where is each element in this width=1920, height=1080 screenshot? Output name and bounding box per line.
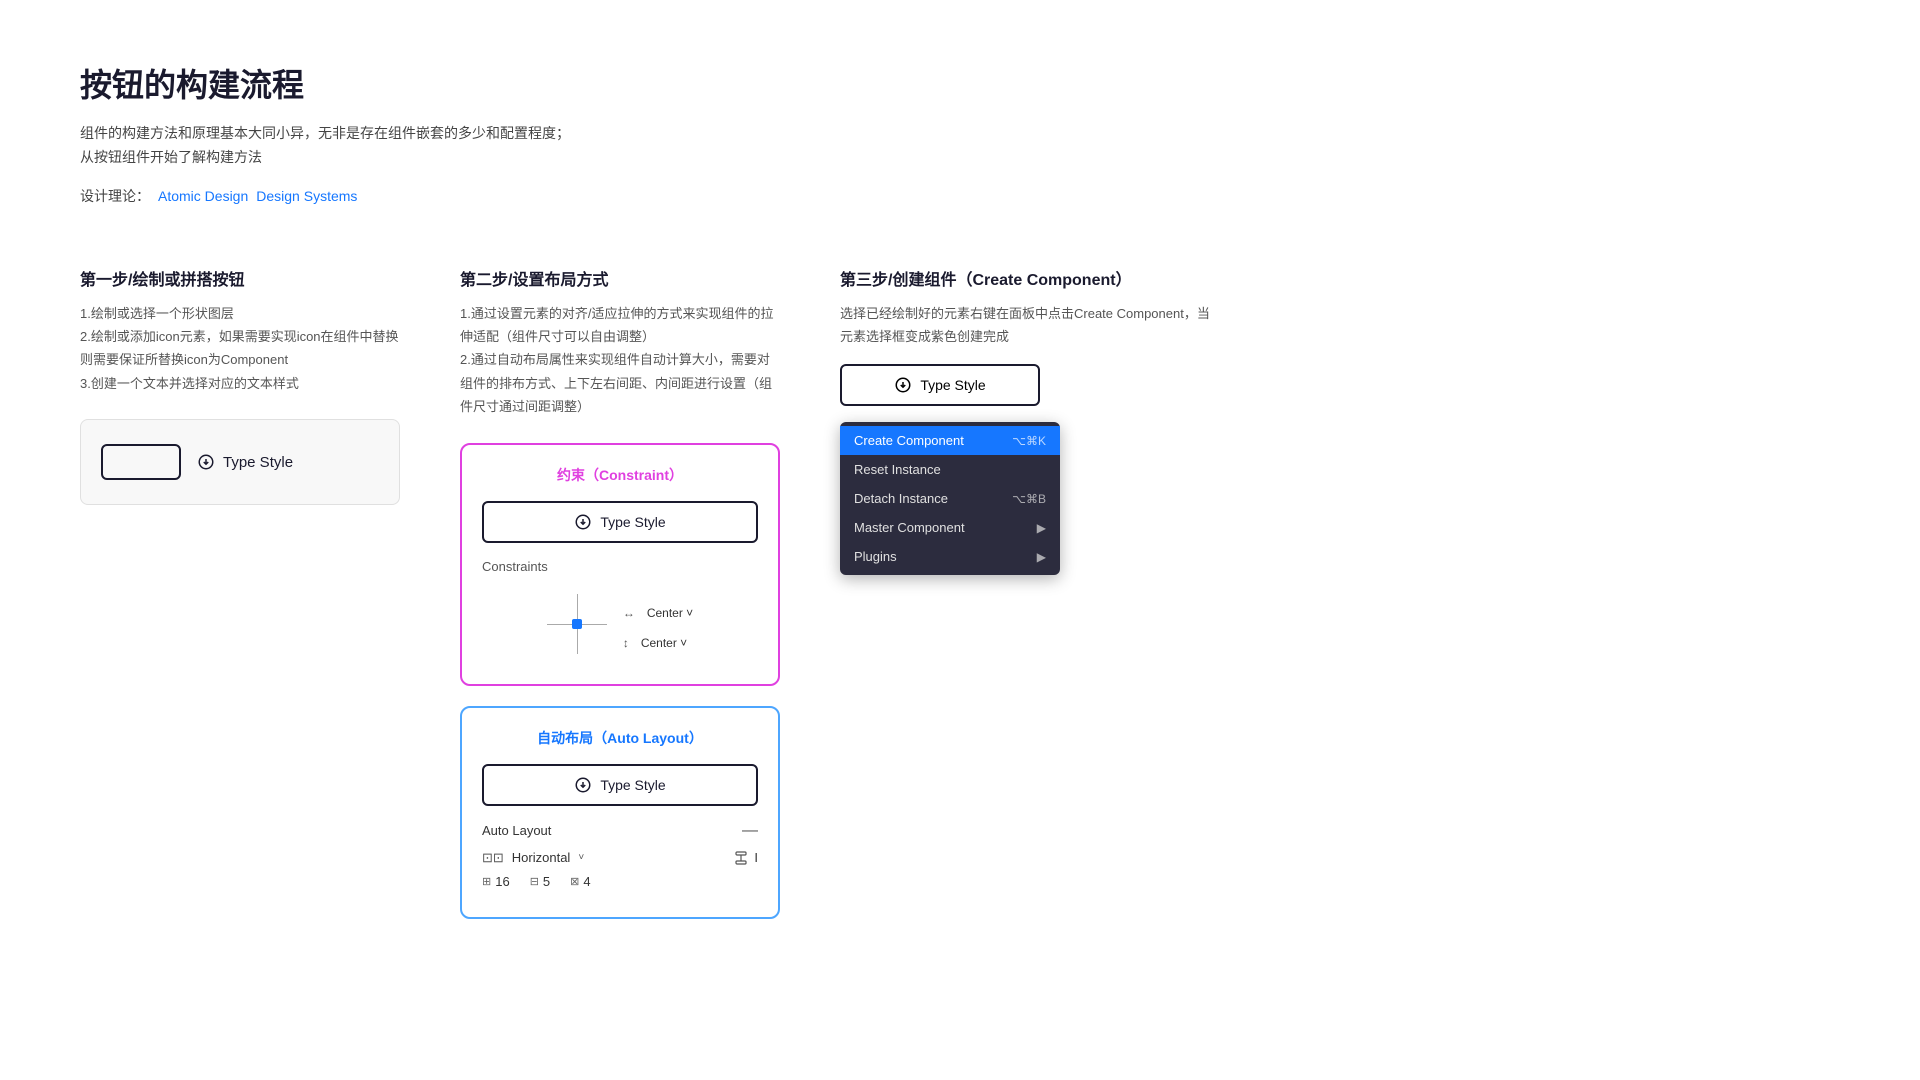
step1-column: 第一步/绘制或拼搭按钮 1.绘制或选择一个形状图层 2.绘制或添加icon元素，… — [80, 266, 400, 506]
plugins-label: Plugins — [854, 549, 897, 564]
al-icon-1: ⊞ — [482, 875, 491, 888]
step2-column: 第二步/设置布局方式 1.通过设置元素的对齐/适应拉伸的方式来实现组件的拉伸适配… — [460, 266, 780, 919]
autolayout-type-style-button[interactable]: Type Style — [482, 764, 758, 806]
v-constraint-value: Center ˅ — [641, 636, 687, 650]
autolayout-direction-row: ⊡⊡ Horizontal ˅ I — [482, 850, 758, 866]
step3-desc: 选择已经绘制好的元素右键在面板中点击Create Component，当元素选择… — [840, 302, 1220, 349]
step3-button-label: Type Style — [920, 377, 985, 393]
atomic-design-link[interactable]: Atomic Design — [158, 188, 248, 204]
constraint-card: 约束（Constraint） Type Style Constraints — [460, 443, 780, 686]
theory-label: 设计理论： — [80, 186, 150, 206]
step3-column: 第三步/创建组件（Create Component） 选择已经绘制好的元素右键在… — [840, 266, 1220, 576]
context-menu-item-master[interactable]: Master Component ▶ — [840, 513, 1060, 542]
center-dot — [572, 619, 582, 629]
create-component-label: Create Component — [854, 433, 964, 448]
constraint-cross — [547, 594, 607, 654]
master-component-label: Master Component — [854, 520, 965, 535]
plugins-arrow: ▶ — [1037, 550, 1046, 564]
step3-content: Type Style Create Component ⌥⌘K Reset In… — [840, 364, 1220, 575]
direction-value: Horizontal — [512, 850, 571, 865]
type-style-label: Type Style — [223, 454, 293, 471]
v-spacing-separator: I — [754, 850, 758, 865]
context-menu-item-reset[interactable]: Reset Instance — [840, 455, 1060, 484]
create-component-shortcut: ⌥⌘K — [1012, 434, 1046, 448]
constraint-download-icon — [574, 513, 592, 531]
step1-desc-line3: 3.创建一个文本并选择对应的文本样式 — [80, 372, 400, 395]
step3-title: 第三步/创建组件（Create Component） — [840, 266, 1220, 290]
v-constraint-row: ↕ Center ˅ — [623, 636, 693, 650]
step1-desc: 1.绘制或选择一个形状图层 2.绘制或添加icon元素，如果需要实现icon在组… — [80, 302, 400, 396]
v-spacing-icon — [734, 851, 748, 865]
step3-download-icon — [894, 376, 912, 394]
al-icon-2: ⊟ — [530, 875, 539, 888]
autolayout-header: Auto Layout — — [482, 822, 758, 840]
constraint-type-style-button[interactable]: Type Style — [482, 501, 758, 543]
autolayout-section: Auto Layout — ⊡⊡ Horizontal ˅ I — [482, 822, 758, 889]
al-cell-2: ⊟ 5 — [530, 874, 550, 889]
context-menu-item-plugins[interactable]: Plugins ▶ — [840, 542, 1060, 571]
constraint-button-label: Type Style — [600, 514, 665, 530]
step3-button-preview[interactable]: Type Style — [840, 364, 1040, 406]
direction-icon: ⊡⊡ — [482, 850, 504, 866]
main-columns: 第一步/绘制或拼搭按钮 1.绘制或选择一个形状图层 2.绘制或添加icon元素，… — [80, 266, 1840, 919]
constraint-card-title: 约束（Constraint） — [482, 465, 758, 485]
autolayout-card-title: 自动布局（Auto Layout） — [482, 728, 758, 748]
h-constraint-row: ↔ Center ˅ — [623, 606, 693, 620]
autolayout-card: 自动布局（Auto Layout） Type Style Auto Layout… — [460, 706, 780, 919]
reset-instance-label: Reset Instance — [854, 462, 941, 477]
step1-desc-line2: 2.绘制或添加icon元素，如果需要实现icon在组件中替换则需要保证所替换ic… — [80, 325, 400, 372]
al-val-1: 16 — [495, 874, 509, 889]
constraints-label: Constraints — [482, 559, 758, 574]
al-cell-1: ⊞ 16 — [482, 874, 510, 889]
download-icon — [197, 453, 215, 471]
h-constraint-value: Center ˅ — [647, 606, 693, 620]
type-style-preview: Type Style — [197, 453, 293, 471]
h-arrow-icon: ↔ — [623, 606, 635, 620]
autolayout-button-label: Type Style — [600, 777, 665, 793]
al-icon-3: ⊠ — [570, 875, 579, 888]
context-menu: Create Component ⌥⌘K Reset Instance Deta… — [840, 422, 1060, 575]
master-component-arrow: ▶ — [1037, 521, 1046, 535]
context-menu-item-detach[interactable]: Detach Instance ⌥⌘B — [840, 484, 1060, 513]
autolayout-minus-icon[interactable]: — — [742, 822, 758, 840]
design-theory-row: 设计理论： Atomic Design Design Systems — [80, 186, 1840, 206]
step2-desc-line2: 2.通过自动布局属性来实现组件自动计算大小，需要对组件的排布方式、上下左右间距、… — [460, 348, 780, 418]
al-cell-3: ⊠ 4 — [570, 874, 590, 889]
constraint-visual: ↔ Center ˅ ↕ Center ˅ — [482, 584, 758, 664]
rect-placeholder — [101, 444, 181, 480]
step1-card: Type Style — [80, 419, 400, 505]
step2-desc-line1: 1.通过设置元素的对齐/适应拉伸的方式来实现组件的拉伸适配（组件尺寸可以自由调整… — [460, 302, 780, 349]
constraints-section: Constraints ↔ Center ˅ ↕ — [482, 559, 758, 664]
detach-instance-shortcut: ⌥⌘B — [1012, 492, 1046, 506]
al-val-3: 4 — [583, 874, 590, 889]
step2-title: 第二步/设置布局方式 — [460, 266, 780, 290]
detach-instance-label: Detach Instance — [854, 491, 948, 506]
step1-desc-line1: 1.绘制或选择一个形状图层 — [80, 302, 400, 325]
al-val-2: 5 — [543, 874, 550, 889]
page-title: 按钮的构建流程 — [80, 60, 1840, 106]
design-systems-link[interactable]: Design Systems — [256, 188, 357, 204]
direction-dropdown-arrow[interactable]: ˅ — [578, 852, 584, 863]
page-description: 组件的构建方法和原理基本大同小异，无非是存在组件嵌套的多少和配置程度；从按钮组件… — [80, 122, 580, 170]
autolayout-label: Auto Layout — [482, 823, 551, 838]
step1-title: 第一步/绘制或拼搭按钮 — [80, 266, 400, 290]
autolayout-values-row: ⊞ 16 ⊟ 5 ⊠ 4 — [482, 874, 758, 889]
v-arrow-icon: ↕ — [623, 636, 629, 650]
autolayout-download-icon — [574, 776, 592, 794]
step2-desc: 1.通过设置元素的对齐/适应拉伸的方式来实现组件的拉伸适配（组件尺寸可以自由调整… — [460, 302, 780, 419]
context-menu-item-create[interactable]: Create Component ⌥⌘K — [840, 426, 1060, 455]
